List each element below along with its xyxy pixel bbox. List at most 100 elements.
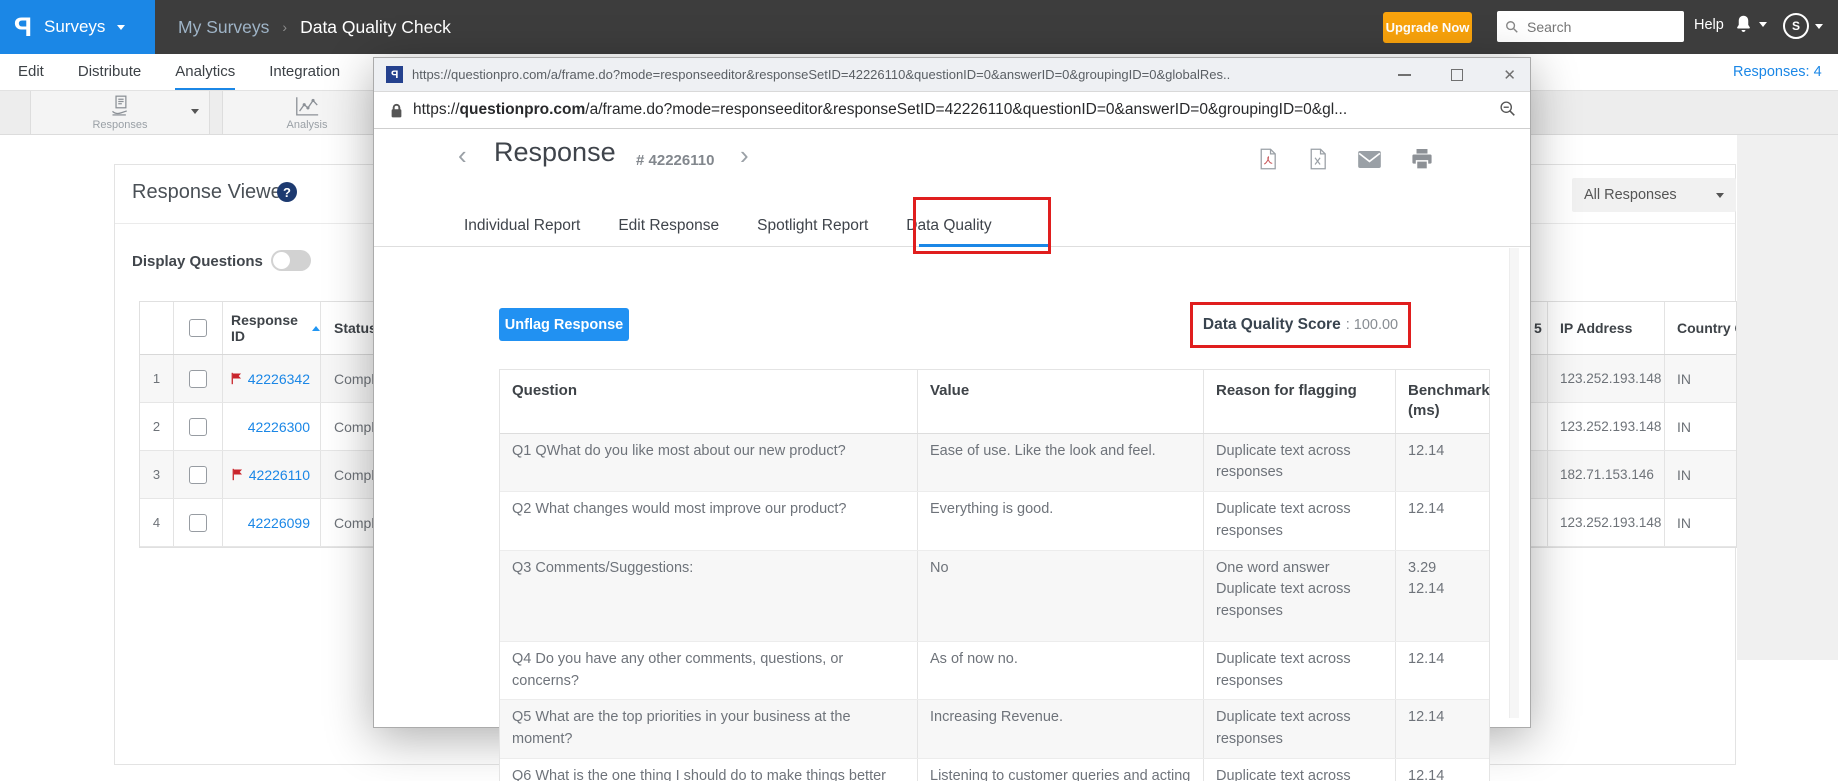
print-icon[interactable]: [1411, 149, 1433, 170]
response-id-cell: 42226342: [223, 355, 321, 402]
quality-table-row: Q5 What are the top priorities in your b…: [500, 700, 1489, 759]
questionpro-logo-icon[interactable]: P: [14, 14, 32, 41]
previous-response-button[interactable]: ‹: [458, 142, 467, 168]
toolbar-item-label: Responses: [92, 119, 147, 131]
response-id-cell: 42226300: [223, 403, 321, 450]
toolbar-item-responses[interactable]: Responses: [30, 91, 210, 134]
toolbar-item-label: Analysis: [287, 119, 328, 131]
benchmark-cell: 12.14: [1396, 700, 1489, 758]
question-cell: Q1 QWhat do you like most about our new …: [500, 434, 918, 492]
value-cell: As of now no.: [918, 642, 1204, 700]
maximize-button[interactable]: [1451, 69, 1463, 81]
response-id-header-label: Response ID: [231, 312, 305, 344]
breadcrumb-my-surveys[interactable]: My Surveys: [178, 17, 269, 38]
surveys-menu[interactable]: P Surveys: [0, 0, 155, 54]
country-code-cell: IN: [1665, 451, 1736, 498]
search-box[interactable]: [1497, 11, 1684, 42]
benchmark-column-header: Benchmark (ms): [1396, 370, 1489, 433]
breadcrumb-current: Data Quality Check: [300, 17, 451, 38]
response-id-link[interactable]: 42226342: [248, 371, 310, 387]
value-cell: Everything is good.: [918, 492, 1204, 550]
next-response-button[interactable]: ›: [740, 142, 749, 168]
reason-column-header: Reason for flagging: [1204, 370, 1396, 433]
tab-spotlight-report[interactable]: Spotlight Report: [757, 217, 868, 235]
response-id-link[interactable]: 42226099: [248, 515, 310, 531]
bell-icon[interactable]: [1734, 14, 1753, 35]
address-bar[interactable]: https://questionpro.com/a/frame.do?mode=…: [374, 92, 1530, 129]
select-all-checkbox[interactable]: [189, 319, 207, 337]
data-quality-table: Question Value Reason for flagging Bench…: [499, 369, 1490, 781]
export-pdf-icon[interactable]: [1258, 148, 1278, 170]
unflag-response-button[interactable]: Unflag Response: [499, 308, 629, 341]
help-badge-icon[interactable]: ?: [277, 182, 297, 202]
ip-address-cell: 123.252.193.148: [1548, 355, 1665, 402]
question-cell: Q6 What is the one thing I should do to …: [500, 759, 918, 781]
responses-table-right-header: 5 IP Address Country Co: [1522, 302, 1736, 355]
table-row: 123.252.193.148IN: [1522, 499, 1736, 547]
row-number: 1: [140, 355, 174, 402]
response-id-column-header[interactable]: Response ID: [223, 302, 321, 354]
toggle-knob: [273, 252, 290, 269]
page-title: Response Viewer: [132, 181, 288, 204]
responses-table-right-rows: 123.252.193.148IN123.252.193.148IN182.71…: [1522, 355, 1736, 547]
close-button[interactable]: ✕: [1503, 68, 1516, 83]
minimize-button[interactable]: [1398, 74, 1411, 76]
country-code-cell: IN: [1665, 499, 1736, 546]
help-link[interactable]: Help: [1694, 17, 1724, 33]
tab-individual-report[interactable]: Individual Report: [464, 217, 580, 235]
table-row: 123.252.193.148IN: [1522, 403, 1736, 451]
quality-table-row: Q3 Comments/Suggestions:NoOne word answe…: [500, 551, 1489, 642]
toolbar-item-analysis[interactable]: Analysis: [222, 91, 392, 134]
red-annotation-box-tab: [913, 197, 1051, 254]
export-excel-icon[interactable]: [1308, 148, 1328, 170]
tab-edit[interactable]: Edit: [18, 54, 44, 90]
reason-cell: Duplicate text across responses: [1204, 434, 1396, 492]
responses-icon: [108, 94, 133, 118]
account-menu[interactable]: S: [1783, 13, 1823, 39]
tab-distribute[interactable]: Distribute: [78, 54, 141, 90]
response-editor-window: P https://questionpro.com/a/frame.do?mod…: [373, 57, 1531, 728]
row-checkbox[interactable]: [189, 418, 207, 436]
ip-address-cell: 123.252.193.148: [1548, 499, 1665, 546]
breadcrumb: My Surveys › Data Quality Check: [178, 0, 451, 54]
tab-edit-response[interactable]: Edit Response: [618, 217, 719, 235]
avatar[interactable]: S: [1783, 13, 1809, 39]
row-number: 3: [140, 451, 174, 498]
notifications-menu[interactable]: [1734, 14, 1767, 35]
surveys-menu-label: Surveys: [44, 17, 105, 37]
country-code-column-header[interactable]: Country Co: [1665, 302, 1736, 354]
tab-analytics[interactable]: Analytics: [175, 54, 235, 90]
quality-table-row: Q2 What changes would most improve our p…: [500, 492, 1489, 551]
ip-address-column-header[interactable]: IP Address: [1548, 302, 1665, 354]
response-id-link[interactable]: 42226110: [249, 467, 310, 483]
row-checkbox[interactable]: [189, 466, 207, 484]
export-actions: [1258, 148, 1433, 170]
tab-integration[interactable]: Integration: [269, 54, 340, 90]
modal-scrollbar[interactable]: [1509, 248, 1519, 718]
benchmark-cell: 12.14: [1396, 759, 1489, 781]
response-id-cell: 42226110: [223, 451, 321, 498]
chevron-down-icon[interactable]: [191, 109, 199, 114]
responses-filter-select[interactable]: All Responses: [1572, 178, 1736, 212]
data-quality-score-label: Data Quality Score: [1203, 316, 1341, 334]
responses-filter-value: All Responses: [1584, 187, 1677, 203]
quality-table-row: Q4 Do you have any other comments, quest…: [500, 642, 1489, 701]
row-checkbox-cell: [174, 355, 223, 402]
window-titlebar: P https://questionpro.com/a/frame.do?mod…: [374, 58, 1530, 92]
response-id-link[interactable]: 42226300: [248, 419, 310, 435]
quality-table-row: Q1 QWhat do you like most about our new …: [500, 434, 1489, 493]
row-checkbox-cell: [174, 403, 223, 450]
upgrade-now-button[interactable]: Upgrade Now: [1383, 12, 1472, 43]
zoom-out-icon[interactable]: [1499, 100, 1516, 122]
questionpro-favicon: P: [386, 66, 403, 83]
display-questions-toggle[interactable]: [271, 250, 311, 271]
email-icon[interactable]: [1358, 151, 1381, 168]
response-id: # 42226110: [636, 152, 714, 169]
row-number: 4: [140, 499, 174, 546]
row-checkbox[interactable]: [189, 514, 207, 532]
sort-ascending-icon: [312, 326, 320, 331]
search-input[interactable]: [1525, 18, 1676, 36]
row-checkbox[interactable]: [189, 370, 207, 388]
value-cell: Listening to customer queries and acting…: [918, 759, 1204, 781]
responses-count[interactable]: Responses: 4: [1733, 54, 1822, 90]
